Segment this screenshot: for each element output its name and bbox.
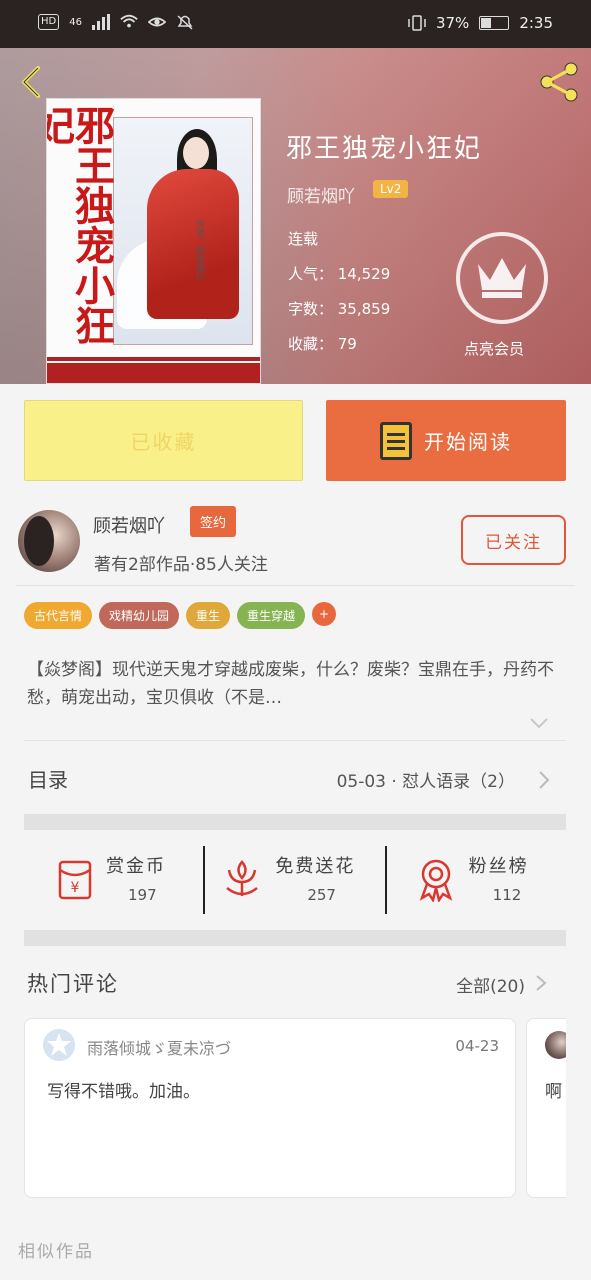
follow-label: 已关注	[485, 532, 542, 553]
divider	[24, 740, 566, 741]
chevron-right-icon	[539, 771, 550, 789]
clock: 2:35	[519, 14, 553, 32]
book-status: 连载	[288, 230, 319, 248]
start-reading-button[interactable]: 开始阅读	[326, 400, 566, 481]
toc-row[interactable]: 目录 05-03 · 怼人语录（2）	[0, 744, 591, 814]
stat-value: 197	[128, 886, 157, 904]
send-flowers[interactable]: 免费送花 257	[203, 846, 384, 914]
wifi-icon	[120, 14, 138, 28]
comment-card[interactable]: 啊	[526, 1018, 566, 1198]
signal-icon	[91, 14, 110, 30]
book-header: 邪王独宠小狂妃 作者：顾若烟吖 邪王独宠小狂妃 顾若烟吖 Lv2 连载 人气： …	[0, 48, 591, 384]
hot-comments-title: 热门评论	[27, 972, 119, 996]
crown-icon	[478, 258, 526, 298]
chevron-right-icon[interactable]	[535, 974, 547, 992]
divider	[16, 585, 575, 586]
medal-icon	[419, 859, 452, 902]
comment-text: 啊	[545, 1082, 562, 1102]
tag-item[interactable]: 古代言情	[24, 602, 93, 629]
tag-item[interactable]: 重生	[186, 602, 231, 629]
stats-row: ¥ 赏金币 197 免费送花 257 粉丝榜 112	[24, 846, 566, 914]
author-name[interactable]: 顾若烟吖	[93, 512, 165, 538]
author-row[interactable]: 顾若烟吖 签约 著有2部作品·85人关注 已关注	[0, 496, 591, 586]
section-separator	[24, 930, 566, 946]
status-bar: HD 46 37% 2:35	[0, 0, 591, 48]
tag-more-button[interactable]: +	[312, 602, 337, 626]
follow-button[interactable]: 已关注	[461, 515, 566, 565]
chevron-down-icon[interactable]	[529, 716, 549, 730]
author-works: 著有2部作品·85人关注	[94, 555, 268, 575]
cover-author: 作者：顾若烟吖	[194, 219, 204, 282]
battery-percent: 37%	[435, 14, 470, 32]
comment-card[interactable]: 雨落倾城ゞ夏未凉づ 04-23 写得不错哦。加油。	[24, 1018, 516, 1198]
hd-icon: HD	[38, 14, 60, 30]
book-word-count: 字数： 35,859	[288, 300, 391, 318]
similar-works-title: 相似作品	[18, 1242, 94, 1262]
book-favorites: 收藏： 79	[288, 335, 357, 353]
stat-value: 112	[492, 886, 522, 904]
fan-ranking[interactable]: 粉丝榜 112	[384, 846, 566, 914]
book-title: 邪王独宠小狂妃	[286, 134, 483, 164]
latest-chapter: 05-03 · 怼人语录（2）	[336, 772, 515, 792]
start-reading-label: 开始阅读	[424, 430, 512, 454]
vibrate-icon	[408, 15, 426, 31]
favorited-label: 已收藏	[130, 430, 197, 454]
eye-icon	[147, 17, 166, 27]
level-badge: Lv2	[373, 180, 409, 198]
author-avatar[interactable]	[18, 510, 80, 572]
comment-text: 写得不错哦。加油。	[47, 1082, 200, 1102]
cover-title: 邪王独宠小狂妃	[46, 105, 115, 345]
silent-icon	[177, 15, 193, 30]
book-description: 【焱梦阁】现代逆天鬼才穿越成废柴，什么？废柴？宝鼎在手，丹药不愁，萌宠出动，宝贝…	[27, 660, 554, 708]
battery-icon	[479, 16, 510, 30]
stat-name: 赏金币	[106, 856, 166, 877]
default-avatar-icon	[43, 1029, 75, 1061]
cover-figure-head	[183, 137, 209, 169]
flower-icon	[226, 860, 259, 896]
vip-button[interactable]	[456, 232, 548, 324]
comment-date: 04-23	[455, 1037, 499, 1055]
cover-band	[47, 357, 260, 383]
book-popularity: 人气： 14,529	[288, 265, 391, 283]
red-envelope-icon: ¥	[58, 860, 92, 900]
toc-label: 目录	[28, 768, 68, 792]
stat-name: 粉丝榜	[468, 856, 529, 877]
section-separator	[24, 814, 566, 830]
book-icon	[380, 421, 412, 460]
comment-avatar	[545, 1031, 566, 1059]
back-icon[interactable]	[14, 64, 50, 100]
svg-text:¥: ¥	[71, 880, 80, 896]
all-comments-link[interactable]: 全部(20)	[456, 972, 525, 997]
tag-list: 古代言情 戏精幼儿园 重生 重生穿越 +	[24, 602, 337, 629]
network-label: 46	[69, 16, 82, 28]
stat-name: 免费送花	[275, 856, 356, 877]
comment-username[interactable]: 雨落倾城ゞ夏未凉づ	[87, 1035, 231, 1059]
vip-label: 点亮会员	[464, 340, 525, 358]
tag-item[interactable]: 戏精幼儿园	[99, 602, 180, 629]
book-cover[interactable]: 邪王独宠小狂妃 作者：顾若烟吖	[46, 98, 261, 384]
reward-coins[interactable]: ¥ 赏金币 197	[24, 846, 203, 914]
share-icon[interactable]	[537, 60, 581, 104]
tag-item[interactable]: 重生穿越	[237, 602, 306, 629]
book-author[interactable]: 顾若烟吖	[287, 182, 355, 207]
favorited-button[interactable]: 已收藏	[24, 400, 303, 481]
signed-badge: 签约	[190, 506, 237, 537]
stat-value: 257	[307, 886, 336, 904]
